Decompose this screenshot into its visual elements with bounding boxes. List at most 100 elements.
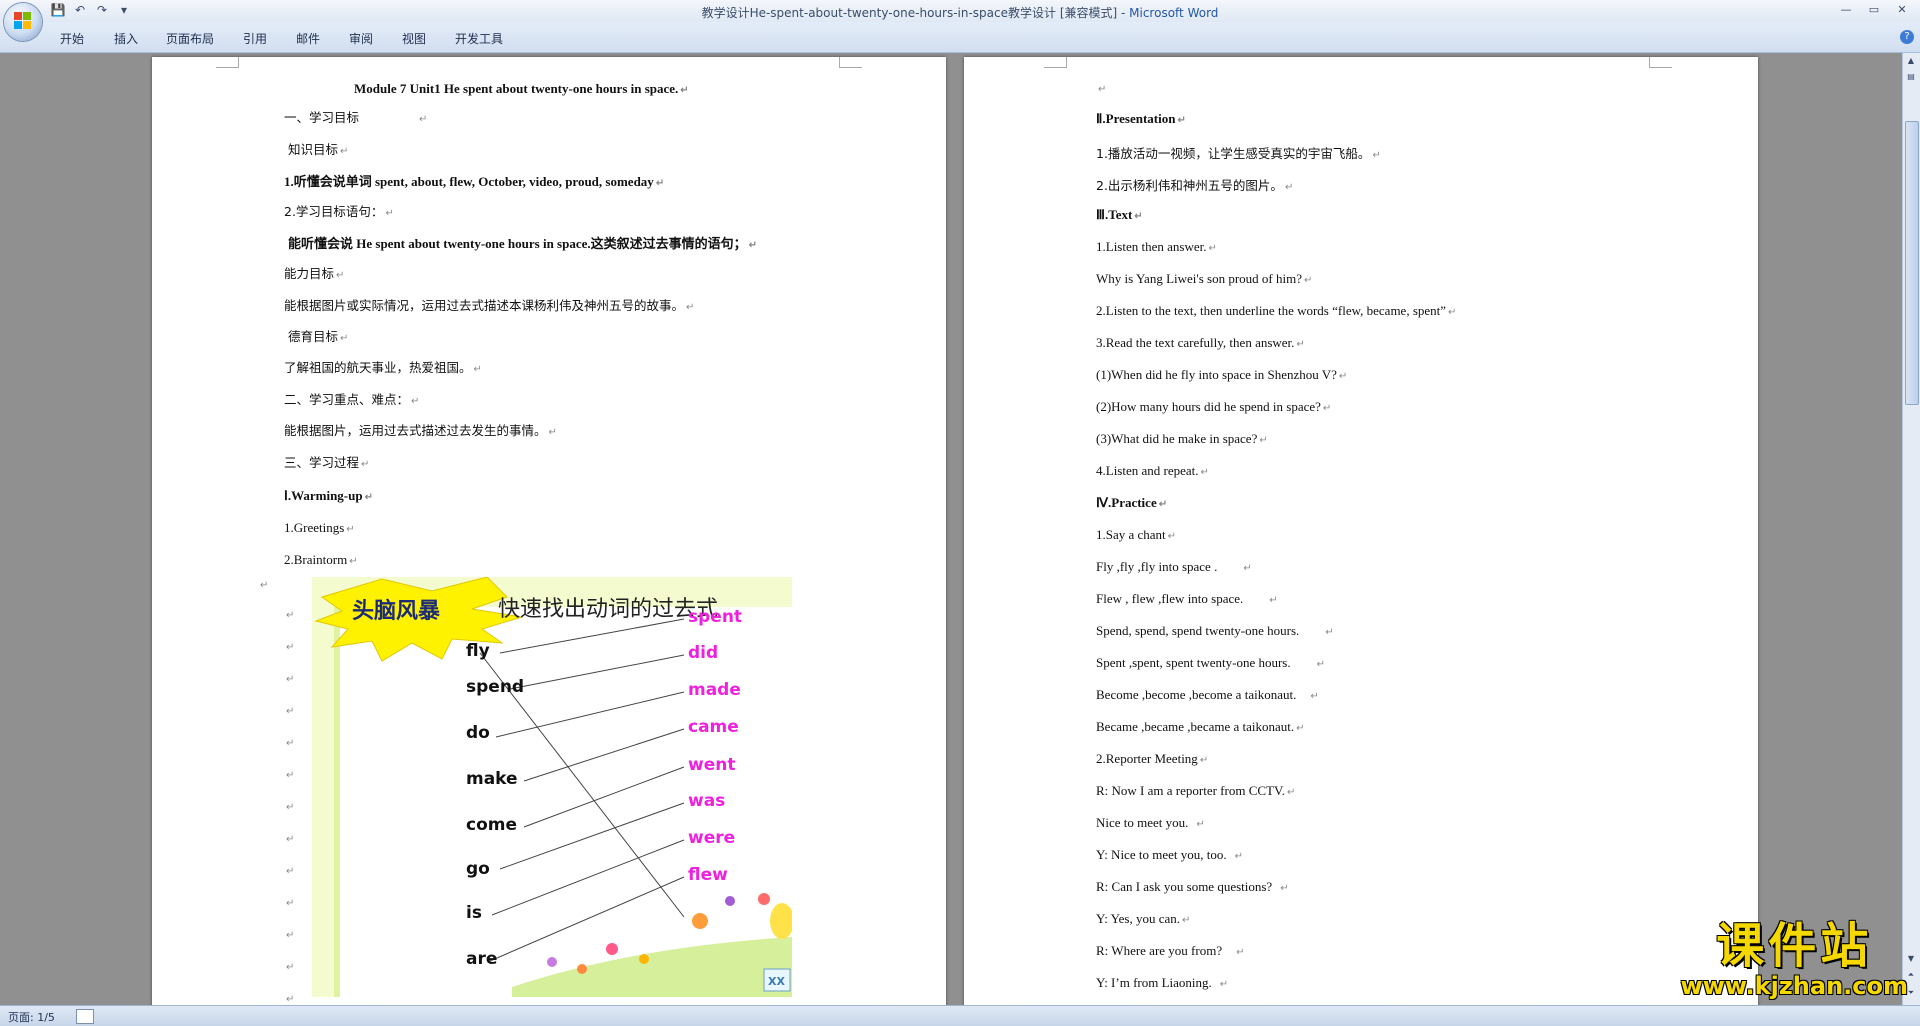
tab-home[interactable]: 开始	[60, 30, 84, 47]
tab-mailings[interactable]: 邮件	[296, 30, 320, 47]
paragraph: Become ,become ,become a taikonaut. ↵	[1096, 687, 1319, 702]
match-line	[523, 766, 685, 828]
verb-word: spend	[466, 677, 525, 697]
match-line	[491, 839, 685, 916]
document-page-2[interactable]: ↵ Ⅱ.Presentation ↵ 1.播放活动一视频，让学生感受真实的宇宙飞船…	[964, 57, 1758, 1005]
paragraph: 一、学习目标 ↵	[284, 110, 428, 125]
past-form-word: went	[688, 755, 736, 775]
paragraph: 能力目标 ↵	[284, 266, 345, 281]
margin-mark	[1044, 57, 1067, 68]
proofing-icon[interactable]	[76, 1009, 94, 1024]
tab-developer[interactable]: 开发工具	[455, 30, 503, 47]
brainstorm-image: XX 头脑风暴 快速找出动词的过去式 fly spend do make com…	[312, 577, 798, 997]
paragraph: (1)When did he fly into space in Shenzho…	[1096, 367, 1348, 382]
match-line	[489, 876, 685, 962]
paragraph: Y: I’m from Liaoning. ↵	[1096, 975, 1229, 990]
paragraph: Y: Nice to meet you, too. ↵	[1096, 847, 1243, 862]
paragraph-mark: ↵	[286, 898, 295, 909]
brainstorm-caption: 快速找出动词的过去式	[498, 597, 719, 622]
paragraph: R: Now I am a reporter from CCTV. ↵	[1096, 783, 1296, 798]
paragraph: 2.Listen to the text, then underline the…	[1096, 303, 1457, 318]
match-line	[499, 802, 685, 870]
watermark-title: 课件站	[1716, 918, 1873, 974]
tab-view[interactable]: 视图	[402, 30, 426, 47]
close-icon[interactable]: ✕	[1890, 2, 1914, 18]
office-button[interactable]	[4, 3, 42, 41]
tab-insert[interactable]: 插入	[114, 30, 138, 47]
paragraph: 1.Greetings ↵	[284, 520, 355, 535]
paragraph: (2)How many hours did he spend in space?…	[1096, 399, 1332, 414]
past-form-word: flew	[688, 865, 728, 885]
paragraph: Y: Yes, you can. ↵	[1096, 911, 1191, 926]
paragraph: Why is Yang Liwei's son proud of him? ↵	[1096, 271, 1313, 286]
ruler-toggle-icon[interactable]: ▤	[1905, 71, 1917, 83]
paragraph-mark: ↵	[286, 610, 295, 621]
match-line	[499, 618, 685, 654]
section-heading: Ⅳ.Practice ↵	[1096, 495, 1168, 510]
page-indicator[interactable]: 页面: 1/5	[8, 1009, 55, 1025]
brainstorm-graphic: XX	[314, 577, 792, 997]
help-icon[interactable]: ?	[1900, 30, 1914, 44]
flower-shape	[577, 964, 587, 974]
past-form-word: were	[688, 828, 736, 848]
match-line	[523, 728, 685, 782]
paragraph-mark: ↵	[286, 962, 295, 973]
paragraph: 知识目标 ↵	[288, 142, 349, 157]
paragraph: 了解祖国的航天事业，热爱祖国。 ↵	[284, 360, 482, 375]
document-workspace[interactable]: Module 7 Unit1 He spent about twenty-one…	[0, 53, 1903, 1005]
maximize-icon[interactable]: ▭	[1862, 2, 1886, 18]
tab-page-layout[interactable]: 页面布局	[166, 30, 214, 47]
paragraph: 能根据图片或实际情况，运用过去式描述本课杨利伟及神州五号的故事。 ↵	[284, 298, 695, 313]
scroll-up-icon[interactable]: ▲	[1905, 55, 1917, 67]
section-heading: Ⅲ.Text ↵	[1096, 207, 1143, 222]
tab-references[interactable]: 引用	[243, 30, 267, 47]
margin-mark	[216, 57, 239, 68]
window-title: 教学设计He-spent-about-twenty-one-hours-in-s…	[0, 4, 1920, 21]
paragraph: (3)What did he make in space? ↵	[1096, 431, 1268, 446]
flower-shape	[758, 893, 770, 905]
document-heading: Module 7 Unit1 He spent about twenty-one…	[354, 81, 689, 96]
site-watermark: 课件站 www.kjzhan.com	[1681, 920, 1908, 1000]
paragraph-mark: ↵	[286, 738, 295, 749]
paragraph: 4.Listen and repeat. ↵	[1096, 463, 1209, 478]
scrollbar-thumb[interactable]	[1905, 121, 1919, 405]
paragraph: R: Can I ask you some questions? ↵	[1096, 879, 1289, 894]
corner-badge-label: XX	[768, 975, 785, 988]
paragraph: 1.听懂会说单词 spent, about, flew, October, vi…	[284, 174, 665, 189]
paragraph: Spent ,spent, spent twenty-one hours. ↵	[1096, 655, 1326, 670]
paragraph: Nice to meet you. ↵	[1096, 815, 1205, 830]
paragraph-mark: ↵	[286, 802, 295, 813]
document-title: 教学设计He-spent-about-twenty-one-hours-in-s…	[701, 6, 1130, 20]
paragraph: 3.Read the text carefully, then answer. ↵	[1096, 335, 1305, 350]
past-form-word: made	[688, 680, 741, 700]
verb-word: do	[466, 723, 490, 743]
past-form-word: did	[688, 643, 719, 663]
verb-word: make	[466, 769, 518, 789]
office-logo-icon	[14, 12, 32, 30]
paragraph-mark: ↵	[1098, 84, 1107, 95]
paragraph-mark: ↵	[286, 770, 295, 781]
margin-mark	[839, 57, 862, 68]
brainstorm-star-label: 头脑风暴	[352, 598, 441, 624]
paragraph: 2.学习目标语句： ↵	[284, 204, 394, 219]
vertical-scrollbar[interactable]: ▲ ▤ ▼ ⏶ ⏷	[1902, 53, 1920, 1005]
app-name: Microsoft Word	[1129, 6, 1219, 20]
flower-shape	[725, 896, 735, 906]
minimize-icon[interactable]: —	[1834, 2, 1858, 18]
paragraph: 德育目标 ↵	[288, 329, 349, 344]
status-bar: 页面: 1/5	[0, 1005, 1920, 1026]
verb-word: are	[466, 949, 498, 969]
past-form-word: was	[688, 791, 726, 811]
match-line	[495, 691, 685, 738]
grass-shape	[512, 937, 792, 997]
tab-review[interactable]: 审阅	[349, 30, 373, 47]
verb-word: come	[466, 815, 517, 835]
section-heading: Ⅰ.Warming-up ↵	[284, 488, 373, 503]
paragraph: 能听懂会说 He spent about twenty-one hours in…	[288, 236, 758, 251]
paragraph: Flew , flew ,flew into space. ↵	[1096, 591, 1278, 606]
verb-word: go	[466, 859, 490, 879]
document-page-1[interactable]: Module 7 Unit1 He spent about twenty-one…	[152, 57, 946, 1005]
flower-shape	[639, 954, 649, 964]
paragraph: 2.Reporter Meeting ↵	[1096, 751, 1209, 766]
verb-word: fly	[466, 641, 490, 661]
